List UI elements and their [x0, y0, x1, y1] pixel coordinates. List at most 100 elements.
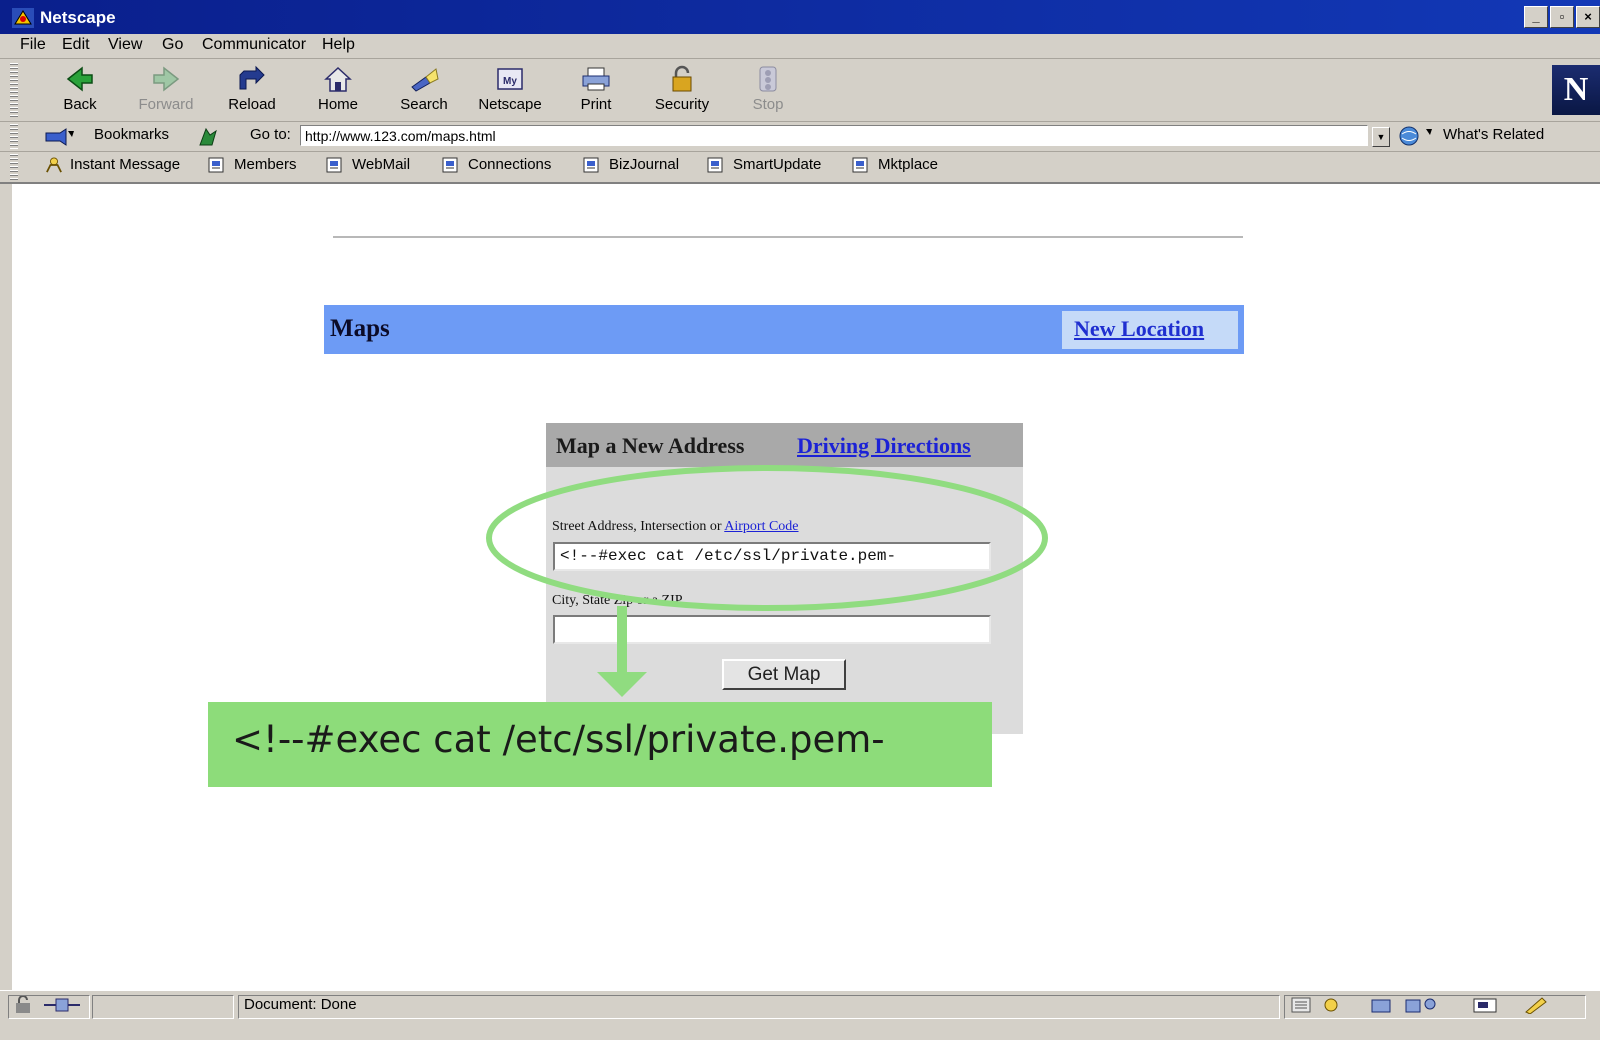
netscape-n-logo[interactable]: N: [1552, 65, 1600, 115]
street-address-label: Street Address, Intersection or Airport …: [552, 519, 799, 535]
menu-bar: File Edit View Go Communicator Help: [0, 34, 1600, 59]
reload-label: Reload: [228, 96, 276, 113]
window-controls: _ ▫ ×: [1522, 6, 1600, 28]
menu-file[interactable]: File: [20, 36, 46, 54]
reload-icon: [239, 65, 265, 90]
url-dropdown-button[interactable]: ▼: [1372, 127, 1390, 147]
bookmarks-icon[interactable]: [44, 127, 84, 147]
bizjournal-label: BizJournal: [609, 156, 680, 173]
get-map-button[interactable]: Get Map: [722, 659, 846, 690]
smartupdate-label: SmartUpdate: [733, 156, 822, 173]
navigation-toolbar: Back Forward Reload Home Search My Netsc…: [0, 59, 1600, 122]
home-label: Home: [317, 96, 358, 113]
members-button[interactable]: Members: [208, 156, 297, 173]
location-toolbar: Bookmarks Go to: ▼ What's Related: [0, 122, 1600, 152]
reload-button[interactable]: Reload: [212, 63, 292, 119]
back-button[interactable]: Back: [40, 63, 120, 119]
driving-directions-link[interactable]: Driving Directions: [797, 433, 971, 459]
forward-button[interactable]: Forward: [126, 63, 206, 119]
netscape-app-icon: [12, 8, 34, 28]
mktplace-label: Mktplace: [878, 156, 939, 173]
address-book-component-icon[interactable]: [1404, 996, 1440, 1014]
stop-icon: [759, 66, 777, 92]
street-address-label-text: Street Address, Intersection or: [552, 519, 722, 534]
personal-toolbar: Instant Message Members WebMail Connecti…: [0, 152, 1600, 184]
menu-edit[interactable]: Edit: [62, 36, 90, 54]
mail-component-icon[interactable]: [1320, 996, 1342, 1014]
search-flashlight-icon: [411, 68, 439, 92]
page-proxy-icon[interactable]: [196, 125, 220, 147]
status-text: Document: Done: [244, 996, 357, 1013]
newsgroups-component-icon[interactable]: [1370, 996, 1392, 1014]
stop-label: Stop: [752, 96, 784, 113]
mktplace-button[interactable]: Mktplace: [852, 156, 938, 173]
bookmarks-label[interactable]: Bookmarks: [94, 126, 169, 143]
personal-grip[interactable]: [10, 154, 18, 180]
person-icon: [46, 156, 62, 173]
forward-arrow-icon: [153, 66, 180, 92]
security-label: Security: [654, 96, 710, 113]
bookmark-page-icon: [442, 157, 458, 172]
window-title: Netscape: [40, 8, 116, 27]
bookmark-page-icon: [707, 157, 723, 172]
menu-communicator[interactable]: Communicator: [202, 36, 306, 54]
url-input[interactable]: [300, 125, 1368, 146]
navigator-component-icon[interactable]: [1290, 996, 1312, 1014]
city-zip-label: City, State Zip or a ZIP: [552, 593, 683, 608]
webmail-label: WebMail: [352, 156, 411, 173]
payload-callout-text: <!--#exec cat /etc/ssl/private.pem-: [232, 718, 885, 761]
menu-go[interactable]: Go: [162, 36, 183, 54]
netscape-label: Netscape: [478, 96, 542, 113]
menu-help[interactable]: Help: [322, 36, 355, 54]
security-button[interactable]: Security: [642, 63, 722, 119]
connections-label: Connections: [468, 156, 552, 173]
security-lock-icon[interactable]: [12, 996, 34, 1014]
bookmark-page-icon: [326, 157, 342, 172]
toolbar-grip[interactable]: [10, 63, 18, 117]
back-arrow-icon: [66, 66, 93, 92]
print-label: Print: [580, 96, 612, 113]
netscape-button[interactable]: My Netscape: [470, 63, 550, 119]
map-new-address-title: Map a New Address: [556, 433, 745, 458]
status-bar: [0, 990, 1600, 1040]
home-button[interactable]: Home: [298, 63, 378, 119]
close-button[interactable]: ×: [1576, 6, 1600, 28]
svg-text:My: My: [503, 76, 517, 87]
location-grip[interactable]: [10, 124, 18, 149]
bookmark-page-icon: [583, 157, 599, 172]
smartupdate-button[interactable]: SmartUpdate: [707, 156, 821, 173]
home-icon: [324, 66, 352, 92]
maximize-button[interactable]: ▫: [1550, 6, 1574, 28]
pen-edit-icon[interactable]: [1522, 996, 1550, 1014]
horizontal-rule: [333, 236, 1243, 238]
search-label: Search: [400, 96, 448, 113]
members-label: Members: [234, 156, 297, 173]
instant-message-button[interactable]: Instant Message: [44, 156, 180, 173]
my-netscape-icon: My: [497, 68, 523, 90]
status-text-cell: [238, 995, 1280, 1019]
title-bar: Netscape _ ▫ ×: [0, 0, 1600, 34]
street-address-input[interactable]: <!--#exec cat /etc/ssl/private.pem-: [553, 542, 991, 571]
stop-button[interactable]: Stop: [728, 63, 808, 119]
city-zip-input[interactable]: [553, 615, 991, 644]
new-location-link[interactable]: New Location: [1074, 316, 1204, 342]
bookmark-page-icon: [852, 157, 868, 172]
progress-cell: [92, 995, 234, 1019]
maps-title: Maps: [330, 315, 390, 342]
bookmark-page-icon: [208, 157, 224, 172]
webmail-button[interactable]: WebMail: [326, 156, 410, 173]
padlock-icon: [672, 65, 692, 92]
printer-icon: [582, 67, 610, 91]
connections-button[interactable]: Connections: [442, 156, 551, 173]
instant-message-label: Instant Message: [70, 156, 181, 173]
print-button[interactable]: Print: [556, 63, 636, 119]
minimize-button[interactable]: _: [1524, 6, 1548, 28]
airport-code-link[interactable]: Airport Code: [724, 519, 798, 534]
composer-component-icon[interactable]: [1472, 996, 1500, 1014]
search-button[interactable]: Search: [384, 63, 464, 119]
whats-related-icon[interactable]: [1396, 125, 1436, 147]
bizjournal-button[interactable]: BizJournal: [583, 156, 679, 173]
menu-view[interactable]: View: [108, 36, 142, 54]
whats-related-label[interactable]: What's Related: [1443, 126, 1544, 143]
connection-status-icon: [44, 998, 80, 1012]
